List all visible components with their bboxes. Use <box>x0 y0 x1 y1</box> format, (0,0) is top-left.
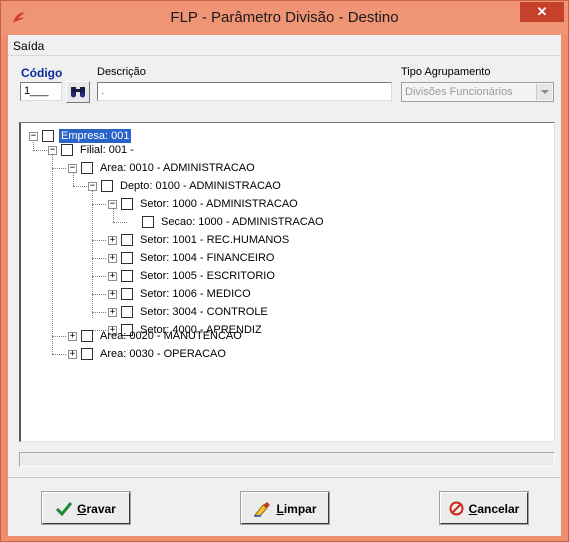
chevron-down-icon[interactable] <box>536 84 552 100</box>
gravar-button[interactable]: Gravar <box>41 491 131 525</box>
tree-node-setor-1004[interactable]: Setor: 1004 - FINANCEIRO <box>138 251 277 265</box>
tree-node-area-0010[interactable]: Area: 0010 - ADMINISTRACAO <box>98 161 257 175</box>
tree-checkbox[interactable] <box>142 216 154 228</box>
tree-node-secao-1000[interactable]: Secao: 1000 - ADMINISTRACAO <box>159 215 326 229</box>
search-button[interactable] <box>66 81 90 103</box>
tree-connector <box>52 354 66 355</box>
menu-item-saida[interactable]: Saída <box>13 39 44 53</box>
close-button[interactable]: ✕ <box>520 2 564 22</box>
tree-connector <box>92 276 106 277</box>
tipo-agrupamento-label: Tipo Agrupamento <box>401 66 491 78</box>
gravar-label: ravar <box>86 501 116 516</box>
tree-checkbox[interactable] <box>121 252 133 264</box>
tree-checkbox[interactable] <box>121 306 133 318</box>
tree-checkbox[interactable] <box>81 330 93 342</box>
expand-toggle[interactable]: + <box>68 350 77 359</box>
tree-connector <box>92 294 106 295</box>
division-tree[interactable]: − Empresa: 001 − Filial: 001 - − Area: 0… <box>19 122 555 442</box>
tree-checkbox[interactable] <box>121 270 133 282</box>
app-window: FLP - Parâmetro Divisão - Destino ✕ Saíd… <box>0 0 569 542</box>
status-bar <box>19 452 555 467</box>
divider <box>8 477 561 478</box>
cancelar-mnemonic: C <box>468 501 478 516</box>
cancelar-label: ancelar <box>477 501 520 516</box>
expand-toggle[interactable]: + <box>108 254 117 263</box>
expand-toggle[interactable]: + <box>108 236 117 245</box>
tree-connector <box>113 222 127 223</box>
limpar-mnemonic: L <box>276 502 284 516</box>
tree-connector <box>92 312 106 313</box>
tree-connector <box>113 208 114 222</box>
limpar-label: impar <box>283 502 317 516</box>
tree-checkbox[interactable] <box>101 180 113 192</box>
expand-toggle[interactable]: + <box>108 308 117 317</box>
collapse-toggle[interactable]: − <box>29 132 38 141</box>
cancelar-button[interactable]: Cancelar <box>439 491 529 525</box>
tree-node-setor-1000[interactable]: Setor: 1000 - ADMINISTRACAO <box>138 197 300 211</box>
tree-connector <box>33 150 47 151</box>
tree-connector <box>92 204 106 205</box>
tree-node-setor-1006[interactable]: Setor: 1006 - MEDICO <box>138 287 253 301</box>
expand-toggle[interactable]: + <box>108 290 117 299</box>
tree-node-setor-3004[interactable]: Setor: 3004 - CONTROLE <box>138 305 270 319</box>
close-icon: ✕ <box>536 4 548 19</box>
tree-checkbox[interactable] <box>61 144 73 156</box>
client-area: Saída Código Descrição Tipo Agrupamento … <box>8 35 561 536</box>
tree-node-setor-1005[interactable]: Setor: 1005 - ESCRITORIO <box>138 269 277 283</box>
title-bar[interactable]: FLP - Parâmetro Divisão - Destino ✕ <box>1 1 568 35</box>
tree-checkbox[interactable] <box>121 234 133 246</box>
tipo-agrupamento-select[interactable]: Divisões Funcionários <box>401 82 554 102</box>
menu-bar: Saída <box>8 35 561 56</box>
tipo-agrupamento-value: Divisões Funcionários <box>405 86 513 98</box>
codigo-label: Código <box>21 66 63 80</box>
tree-node-filial[interactable]: Filial: 001 - <box>78 143 136 157</box>
checkmark-icon <box>56 501 73 516</box>
collapse-toggle[interactable]: − <box>48 146 57 155</box>
tree-node-setor-1001[interactable]: Setor: 1001 - REC.HUMANOS <box>138 233 291 247</box>
codigo-input[interactable]: 1___ <box>20 82 62 101</box>
tree-node-depto-0100[interactable]: Depto: 0100 - ADMINISTRACAO <box>118 179 283 193</box>
cancel-icon <box>449 501 464 516</box>
eraser-brush-icon <box>254 502 271 517</box>
tree-checkbox[interactable] <box>42 130 54 142</box>
descricao-input[interactable]: . <box>97 82 392 101</box>
collapse-toggle[interactable]: − <box>68 164 77 173</box>
tree-node-area-0030[interactable]: Area: 0030 - OPERACAO <box>98 347 228 361</box>
tree-node-empresa[interactable]: Empresa: 001 <box>59 129 132 143</box>
tree-checkbox[interactable] <box>121 198 133 210</box>
collapse-toggle[interactable]: − <box>108 200 117 209</box>
collapse-toggle[interactable]: − <box>88 182 97 191</box>
tree-checkbox[interactable] <box>81 162 93 174</box>
expand-toggle[interactable]: + <box>108 272 117 281</box>
tree-connector <box>92 258 106 259</box>
tree-connector <box>92 190 93 318</box>
tree-connector <box>92 240 106 241</box>
tree-connector <box>52 168 66 169</box>
tree-connector <box>52 336 66 337</box>
descricao-label: Descrição <box>97 66 146 78</box>
window-title: FLP - Parâmetro Divisão - Destino <box>170 9 399 26</box>
expand-toggle[interactable]: + <box>68 332 77 341</box>
binoculars-icon <box>71 87 85 98</box>
tree-checkbox[interactable] <box>81 348 93 360</box>
tree-connector <box>52 154 53 354</box>
limpar-button[interactable]: Limpar <box>240 491 330 525</box>
tree-connector <box>73 172 74 186</box>
tree-node-area-0020[interactable]: Area: 0020 - MANUTENCAO <box>98 329 244 343</box>
tree-checkbox[interactable] <box>121 288 133 300</box>
tree-connector <box>73 186 87 187</box>
